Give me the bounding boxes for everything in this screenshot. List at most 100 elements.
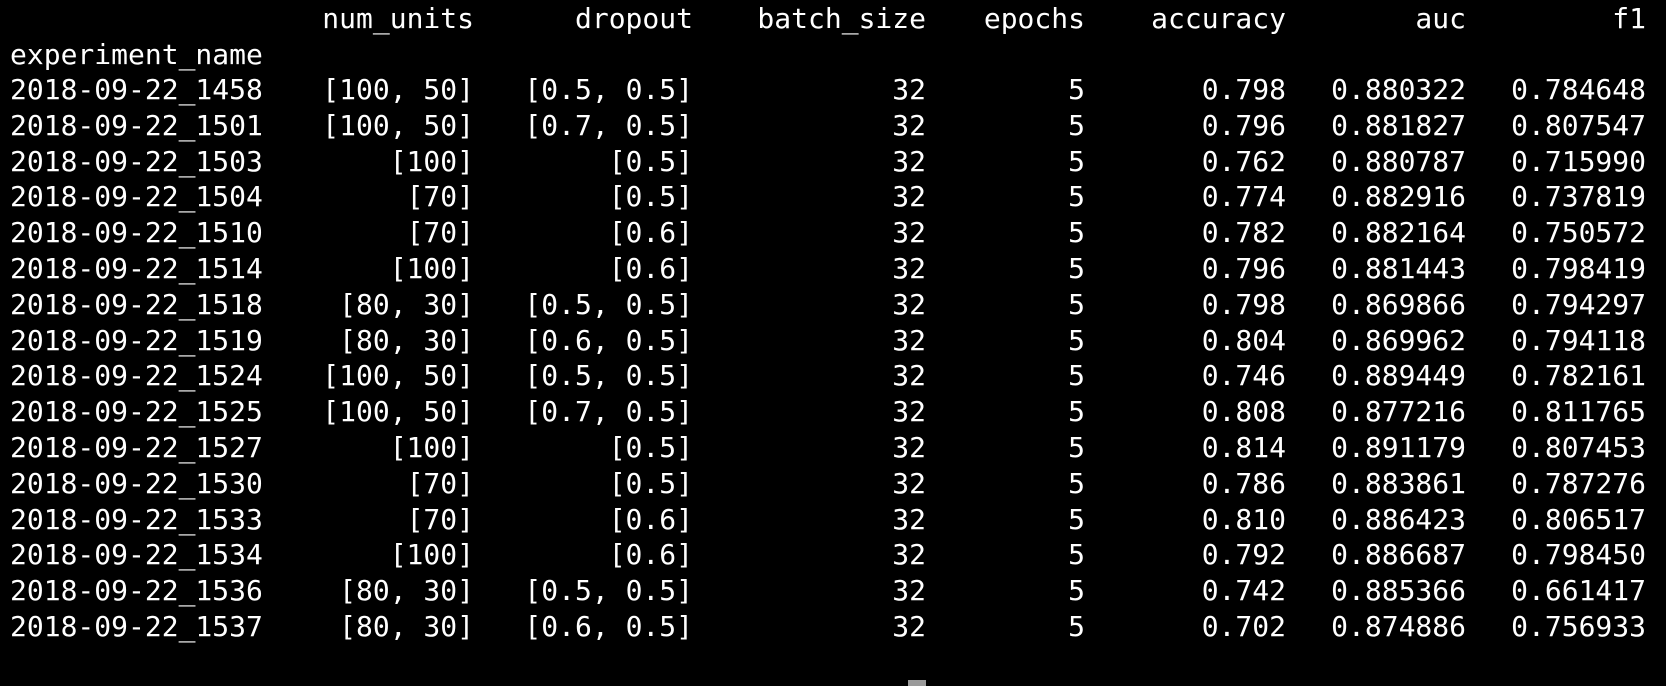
cell-dropout: [0.6]	[608, 538, 693, 572]
terminal-output[interactable]: num_units dropout batch_size epochs accu…	[0, 0, 1666, 686]
cell-auc: 0.874886	[1331, 610, 1466, 643]
table-row: 2018-09-22_1527 [100] [0.5] 32 5 0.814 0.89117…	[0, 429, 1666, 467]
cell-dropout: [0.5, 0.5]	[524, 359, 693, 393]
cell-f1: 0.798419	[1511, 252, 1646, 285]
cell-experiment-name: 2018-09-22_1537	[10, 610, 263, 643]
cell-num-units: [100, 50]	[322, 73, 474, 106]
cell-batch-size: 32	[892, 287, 926, 321]
cell-experiment-name: 2018-09-22_1536	[10, 574, 263, 608]
cell-epochs: 5	[1068, 108, 1085, 142]
cell-auc: 0.880322	[1331, 73, 1466, 106]
cell-f1: 0.811765	[1511, 395, 1646, 429]
cell-experiment-name: 2018-09-22_1458	[10, 73, 263, 106]
cell-num-units: [70]	[406, 180, 474, 214]
cell-batch-size: 32	[892, 323, 926, 357]
table-row: 2018-09-22_1519 [80, 30] [0.6, 0.5] 32 5 0.80…	[0, 322, 1666, 360]
cell-dropout: [0.5]	[608, 431, 693, 464]
header-row: num_units dropout batch_size epochs accu…	[0, 0, 1666, 38]
cell-accuracy: 0.774	[1201, 180, 1286, 214]
cell-epochs: 5	[1068, 144, 1085, 178]
cell-batch-size: 32	[892, 466, 926, 500]
cell-accuracy: 0.782	[1201, 216, 1286, 250]
cell-f1: 0.737819	[1511, 180, 1646, 214]
cell-f1: 0.750572	[1511, 216, 1646, 250]
table-row: 2018-09-22_1503 [100] [0.5] 32 5 0.762 0.88078…	[0, 143, 1666, 181]
cell-num-units: [80, 30]	[339, 610, 474, 643]
cell-experiment-name: 2018-09-22_1501	[10, 108, 263, 142]
cell-num-units: [100, 50]	[322, 359, 474, 393]
cell-accuracy: 0.808	[1201, 395, 1286, 429]
column-header-num-units: num_units	[322, 2, 474, 35]
column-header-accuracy: accuracy	[1151, 2, 1286, 35]
cell-f1: 0.794297	[1511, 287, 1646, 321]
cell-epochs: 5	[1068, 252, 1085, 285]
table-row: 2018-09-22_1537 [80, 30] [0.6, 0.5] 32 5 0.70…	[0, 608, 1666, 646]
cell-experiment-name: 2018-09-22_1510	[10, 216, 263, 250]
cell-f1: 0.806517	[1511, 502, 1646, 536]
table-row: 2018-09-22_1514 [100] [0.6] 32 5 0.796 0.88144…	[0, 250, 1666, 288]
cell-auc: 0.886687	[1331, 538, 1466, 572]
column-header-f1: f1	[1612, 2, 1646, 35]
cell-experiment-name: 2018-09-22_1514	[10, 252, 263, 285]
cell-f1: 0.798450	[1511, 538, 1646, 572]
cell-dropout: [0.6]	[608, 252, 693, 285]
cell-dropout: [0.5, 0.5]	[524, 574, 693, 608]
cell-epochs: 5	[1068, 287, 1085, 321]
cell-auc: 0.882164	[1331, 216, 1466, 250]
table-row: 2018-09-22_1524 [100, 50] [0.5, 0.5] 32 5 0.7…	[0, 357, 1666, 395]
cell-accuracy: 0.796	[1201, 252, 1286, 285]
table-row: 2018-09-22_1458 [100, 50] [0.5, 0.5] 32 5 0.7…	[0, 71, 1666, 109]
cell-auc: 0.883861	[1331, 466, 1466, 500]
cell-dropout: [0.5]	[608, 466, 693, 500]
column-header-auc: auc	[1415, 2, 1466, 35]
cell-f1: 0.794118	[1511, 323, 1646, 357]
table-row: 2018-09-22_1534 [100] [0.6] 32 5 0.792 0.88668…	[0, 536, 1666, 574]
cell-num-units: [100]	[389, 538, 474, 572]
cell-epochs: 5	[1068, 538, 1085, 572]
cell-experiment-name: 2018-09-22_1524	[10, 359, 263, 393]
cell-accuracy: 0.810	[1201, 502, 1286, 536]
cell-f1: 0.807453	[1511, 431, 1646, 464]
cell-dropout: [0.5]	[608, 144, 693, 178]
cell-experiment-name: 2018-09-22_1530	[10, 466, 263, 500]
table-row: 2018-09-22_1536 [80, 30] [0.5, 0.5] 32 5 0.74…	[0, 572, 1666, 610]
terminal-cursor	[908, 680, 926, 686]
cell-accuracy: 0.798	[1201, 287, 1286, 321]
cell-dropout: [0.6]	[608, 216, 693, 250]
column-header-dropout: dropout	[574, 2, 693, 35]
index-name-row: experiment_name	[0, 36, 1666, 74]
cell-accuracy: 0.792	[1201, 538, 1286, 572]
cell-num-units: [80, 30]	[339, 287, 474, 321]
cell-batch-size: 32	[892, 252, 926, 285]
cell-num-units: [70]	[406, 466, 474, 500]
table-row: 2018-09-22_1518 [80, 30] [0.5, 0.5] 32 5 0.79…	[0, 286, 1666, 324]
cell-num-units: [80, 30]	[339, 323, 474, 357]
cell-auc: 0.880787	[1331, 144, 1466, 178]
cell-auc: 0.891179	[1331, 431, 1466, 464]
cell-batch-size: 32	[892, 431, 926, 464]
cell-num-units: [80, 30]	[339, 574, 474, 608]
cell-auc: 0.882916	[1331, 180, 1466, 214]
cell-auc: 0.881827	[1331, 108, 1466, 142]
cell-dropout: [0.7, 0.5]	[524, 108, 693, 142]
table-row: 2018-09-22_1504 [70] [0.5] 32 5 0.774 0.882916…	[0, 178, 1666, 216]
cell-auc: 0.869866	[1331, 287, 1466, 321]
cell-auc: 0.881443	[1331, 252, 1466, 285]
cell-accuracy: 0.742	[1201, 574, 1286, 608]
cell-batch-size: 32	[892, 610, 926, 643]
cell-epochs: 5	[1068, 610, 1085, 643]
cell-experiment-name: 2018-09-22_1519	[10, 323, 263, 357]
cell-experiment-name: 2018-09-22_1533	[10, 502, 263, 536]
cell-num-units: [100, 50]	[322, 395, 474, 429]
cell-batch-size: 32	[892, 359, 926, 393]
cell-batch-size: 32	[892, 538, 926, 572]
cell-experiment-name: 2018-09-22_1534	[10, 538, 263, 572]
table-row: 2018-09-22_1525 [100, 50] [0.7, 0.5] 32 5 0.8…	[0, 393, 1666, 431]
cell-f1: 0.782161	[1511, 359, 1646, 393]
table-row: 2018-09-22_1510 [70] [0.6] 32 5 0.782 0.882164…	[0, 214, 1666, 252]
cell-batch-size: 32	[892, 180, 926, 214]
cell-epochs: 5	[1068, 502, 1085, 536]
cell-accuracy: 0.796	[1201, 108, 1286, 142]
cell-dropout: [0.6]	[608, 502, 693, 536]
cell-f1: 0.756933	[1511, 610, 1646, 643]
